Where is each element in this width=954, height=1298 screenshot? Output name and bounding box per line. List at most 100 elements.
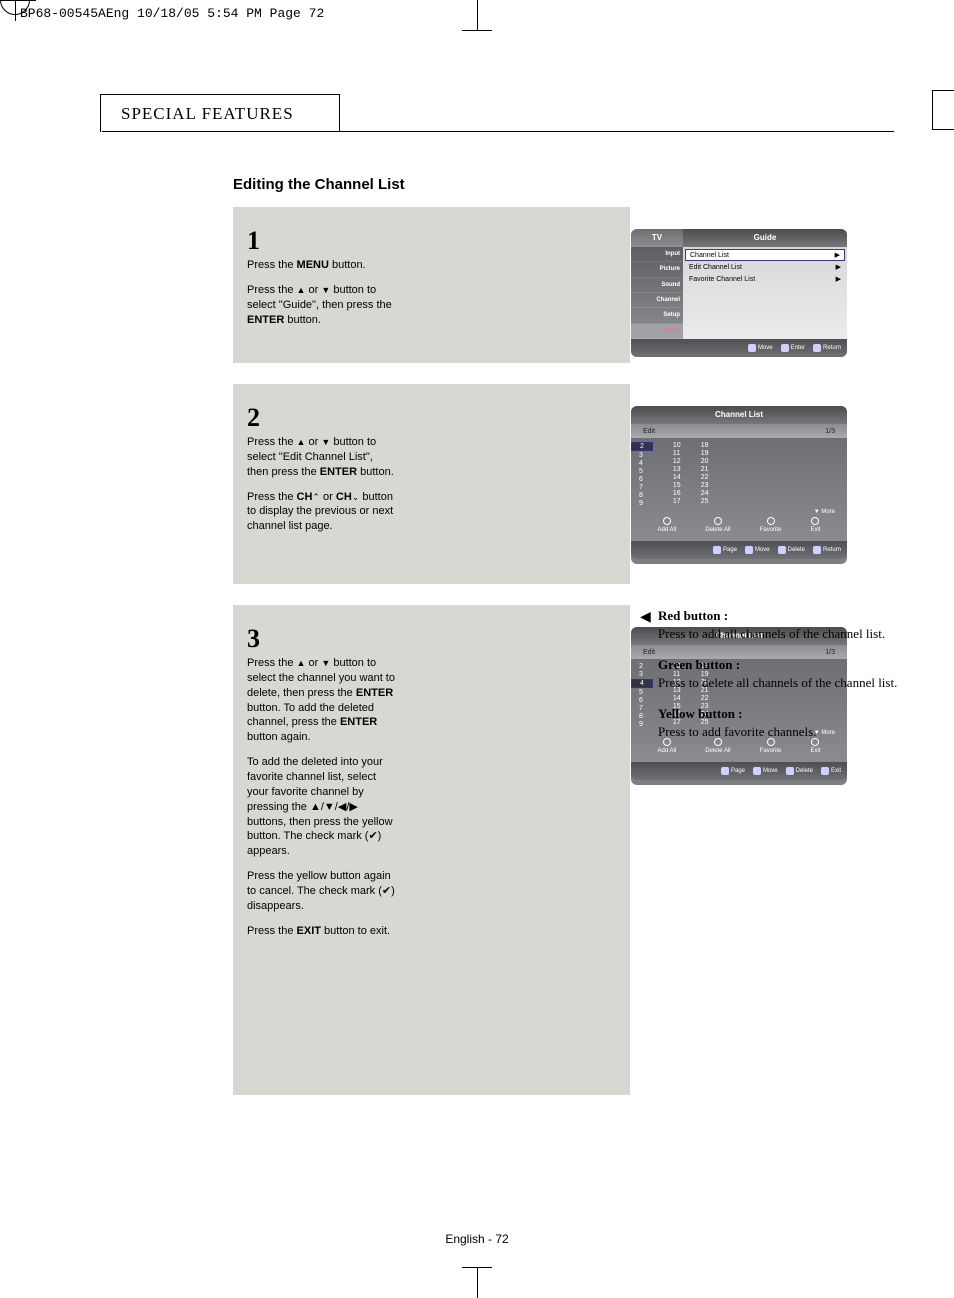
channel-item: 15	[673, 482, 681, 489]
step-3-p2b: Press the yellow button again to cancel.…	[247, 869, 395, 914]
osd-action: Delete All	[705, 517, 730, 533]
channel-item: 20	[701, 458, 709, 465]
bb-item: Exit	[821, 767, 841, 775]
channel-item: 5	[639, 689, 653, 696]
channel-item: 24	[701, 490, 709, 497]
channel-item: 21	[701, 466, 709, 473]
channel-item: 6	[639, 476, 653, 483]
osd-action: Favorite	[760, 517, 782, 533]
left-arrow-icon: ◀	[640, 609, 651, 626]
return-icon	[813, 344, 821, 352]
ann-red: Red button : Press to add all channels o…	[658, 607, 898, 642]
osd2-more: ▼ More	[639, 507, 839, 515]
bb-item: Return	[813, 546, 841, 554]
channel-item: 2	[631, 442, 653, 451]
step-3-p3: Press the EXIT button to exit.	[247, 924, 395, 939]
osd2-edit: Edit	[643, 428, 655, 435]
print-header: BP68-00545AEng 10/18/05 5:54 PM Page 72	[20, 6, 324, 21]
osd-guide-label: Guide	[683, 229, 847, 247]
step-2-p1: Press the ▲ or ▼ button to select "Edit …	[247, 435, 395, 480]
ann-green: Green button : Press to delete all chann…	[658, 656, 898, 691]
osd2-bottombar: Page Move Delete Return	[631, 541, 847, 559]
channel-item: 12	[673, 458, 681, 465]
osd-action: Exit	[810, 517, 820, 533]
osd-row-favorite-channel-list: Favorite Channel List▶	[685, 273, 845, 285]
channel-item: 9	[639, 500, 653, 507]
bb-return: Return	[813, 344, 841, 352]
channel-item: 16	[673, 490, 681, 497]
down-icon: ▼	[321, 657, 330, 669]
bb-item: Delete	[786, 767, 813, 775]
channel-item: 23	[701, 482, 709, 489]
bb-move: Move	[748, 344, 773, 352]
section-header: SPECIAL FEATURES	[100, 94, 340, 132]
step-2: 2 Press the ▲ or ▼ button to select "Edi…	[233, 384, 630, 584]
channel-item: 11	[673, 450, 681, 457]
osd2-actions: Add All Delete All Favorite Exit	[639, 515, 839, 537]
osd-side-channel: Channel	[631, 293, 683, 308]
channel-item: 7	[639, 484, 653, 491]
bb-item: Delete	[778, 546, 805, 554]
osd-row-edit-channel-list: Edit Channel List▶	[685, 261, 845, 273]
channel-item: 8	[639, 713, 653, 720]
osd-side-setup: Setup	[631, 308, 683, 323]
channel-item: 3	[639, 452, 653, 459]
down-icon: ▼	[321, 436, 330, 448]
bb-item: Move	[753, 767, 778, 775]
channel-item: 19	[701, 450, 709, 457]
step-3-p1: Press the ▲ or ▼ button to select the ch…	[247, 656, 395, 745]
osd-channel-list-2: Channel List Edit1/3 2345678910111213141…	[631, 406, 847, 564]
osd-side-picture: Picture	[631, 262, 683, 277]
channel-item: 25	[701, 498, 709, 505]
channel-item: 4	[631, 679, 653, 688]
enter-icon	[781, 344, 789, 352]
step-2-number: 2	[247, 400, 395, 435]
ann-yellow: Yellow button : Press to add favorite ch…	[658, 705, 898, 740]
channel-item: 14	[673, 474, 681, 481]
channel-item: 4	[639, 460, 653, 467]
step-3: 3 Press the ▲ or ▼ button to select the …	[233, 605, 630, 1095]
bb-enter: Enter	[781, 344, 805, 352]
channel-item: 22	[701, 474, 709, 481]
step-3-number: 3	[247, 621, 395, 656]
osd2-page: 1/3	[825, 428, 835, 435]
step-1: 1 Press the MENU button. Press the ▲ or …	[233, 207, 630, 363]
channel-item: 3	[639, 671, 653, 678]
channel-item: 18	[701, 442, 709, 449]
osd-side-guide: Guide	[631, 324, 683, 339]
page-title: Editing the Channel List	[233, 176, 405, 193]
osd3-edit: Edit	[643, 649, 655, 656]
step-1-p2: Press the ▲ or ▼ button to select "Guide…	[247, 283, 395, 328]
section-rule	[102, 131, 894, 132]
channel-item: 2	[639, 663, 653, 670]
channel-item: 7	[639, 705, 653, 712]
osd-row-channel-list: Channel List▶	[685, 249, 845, 261]
step-1-number: 1	[247, 223, 395, 258]
osd-tv-label: TV	[631, 229, 683, 247]
osd-action: Add All	[658, 517, 677, 533]
channel-item: 13	[673, 466, 681, 473]
bb-item: Page	[713, 546, 737, 554]
step-3-p2: To add the deleted into your favorite ch…	[247, 755, 395, 859]
channel-item: 17	[673, 498, 681, 505]
page-footer: English - 72	[0, 1232, 954, 1246]
channel-item: 6	[639, 697, 653, 704]
side-annotations: ◀ Red button : Press to add all channels…	[658, 607, 898, 754]
down-icon: ▼	[321, 284, 330, 296]
osd-guide-menu: TV Guide Input Picture Sound Channel Set…	[631, 229, 847, 357]
channel-item: 5	[639, 468, 653, 475]
channel-item: 9	[639, 721, 653, 728]
osd3-bottombar: Page Move Delete Exit	[631, 762, 847, 780]
osd2-title: Channel List	[631, 406, 847, 424]
bb-item: Move	[745, 546, 770, 554]
ch-up-icon: ⌃	[312, 491, 320, 503]
osd2-grid: 2345678910111213141516171819202122232425	[639, 442, 839, 507]
osd-side-sound: Sound	[631, 278, 683, 293]
channel-item: 10	[673, 442, 681, 449]
move-icon	[748, 344, 756, 352]
step-1-p1: Press the MENU button.	[247, 258, 395, 273]
channel-item: 8	[639, 492, 653, 499]
step-2-p2: Press the CH⌃ or CH⌄ button to display t…	[247, 490, 395, 535]
bb-item: Page	[721, 767, 745, 775]
osd-side-input: Input	[631, 247, 683, 262]
